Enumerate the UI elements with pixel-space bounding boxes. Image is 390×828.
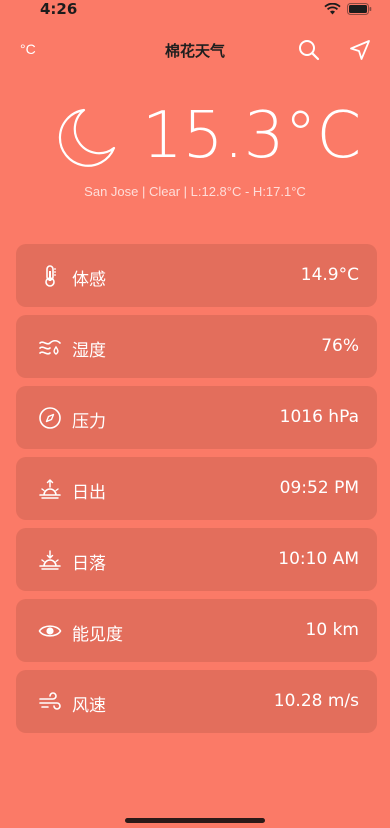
- wifi-icon: [324, 3, 341, 15]
- detail-label: 湿度: [72, 341, 106, 361]
- detail-card-sunrise: 日出 09:52 PM: [16, 457, 377, 520]
- detail-value: 09:52 PM: [279, 478, 359, 498]
- detail-value: 76%: [321, 336, 359, 356]
- nav-bar: °C 棉花天气: [0, 32, 390, 68]
- humidity-icon: [39, 339, 61, 355]
- current-temperature: 15.3°C: [142, 99, 362, 173]
- detail-value: 14.9°C: [300, 265, 359, 285]
- current-weather: 15.3°C: [0, 99, 390, 180]
- detail-card-wind-speed: 风速 10.28 m/s: [16, 670, 377, 733]
- detail-value: 10.28 m/s: [273, 691, 359, 711]
- detail-value: 1016 hPa: [279, 407, 359, 427]
- status-bar: 4:26: [0, 0, 390, 20]
- status-time: 4:26: [40, 0, 78, 18]
- detail-card-sunset: 日落 10:10 AM: [16, 528, 377, 591]
- detail-card-visibility: 能见度 10 km: [16, 599, 377, 662]
- detail-label: 压力: [72, 412, 106, 432]
- detail-card-humidity: 湿度 76%: [16, 315, 377, 378]
- status-icons: [324, 3, 372, 15]
- detail-card-feels-like: 体感 14.9°C: [16, 244, 377, 307]
- detail-label: 日出: [72, 483, 106, 503]
- detail-label: 日落: [72, 554, 106, 574]
- detail-label: 体感: [72, 270, 106, 290]
- sunrise-icon: [39, 479, 61, 499]
- compass-icon: [39, 407, 61, 429]
- detail-card-pressure: 压力 1016 hPa: [16, 386, 377, 449]
- thermometer-icon: [45, 265, 56, 287]
- detail-value: 10 km: [305, 620, 359, 640]
- battery-icon: [347, 3, 372, 15]
- weather-summary: San Jose | Clear | L:12.8°C - H:17.1°C: [84, 184, 306, 199]
- detail-label: 能见度: [72, 625, 123, 645]
- detail-label: 风速: [72, 696, 106, 716]
- home-indicator[interactable]: [125, 818, 265, 823]
- eye-icon: [38, 625, 62, 637]
- wind-icon: [39, 692, 61, 710]
- app-title: 棉花天气: [164, 42, 225, 60]
- location-arrow-icon[interactable]: [348, 38, 372, 62]
- detail-value: 10:10 AM: [278, 549, 359, 569]
- search-icon[interactable]: [297, 38, 321, 62]
- moon-icon: [58, 108, 116, 167]
- sunset-icon: [39, 550, 61, 570]
